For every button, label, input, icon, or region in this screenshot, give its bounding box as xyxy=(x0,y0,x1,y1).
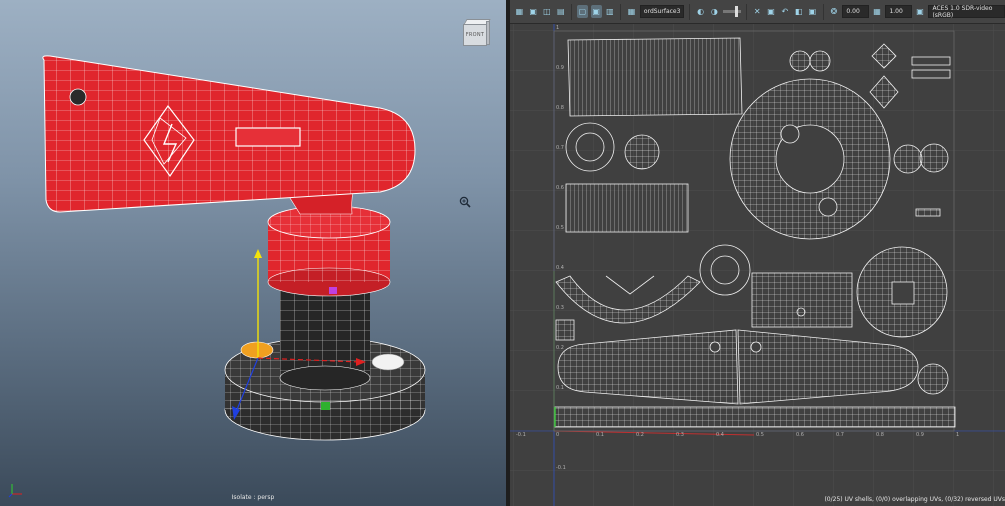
uv-canvas[interactable]: -0.1 0 0.1 0.2 0.3 0.4 0.5 0.6 0.7 0.8 0.9 1 1 0.9 0.… xyxy=(510,24,1005,506)
uv-tick-y: 0.5 xyxy=(556,225,564,231)
uv-toolbar: ▦ ▣ ◫ ▤ ▢ ▣ ▥ ▦ ordSurface3 ◐ ◑ ✕ ▣ ↶ ◧ … xyxy=(510,0,1005,24)
uv-editor-panel: ▦ ▣ ◫ ▤ ▢ ▣ ▥ ▦ ordSurface3 ◐ ◑ ✕ ▣ ↶ ◧ … xyxy=(510,0,1005,506)
uv-tick-y: 0.3 xyxy=(556,305,564,311)
shape-name-field[interactable]: ordSurface3 xyxy=(639,5,685,18)
uv-tick-x: 0.7 xyxy=(836,432,844,438)
zoom-icon[interactable] xyxy=(459,196,471,208)
uv-layout[interactable]: -0.1 0 0.1 0.2 0.3 0.4 0.5 0.6 0.7 0.8 0.9 1 1 0.9 0.… xyxy=(510,24,1005,506)
lever-handle[interactable] xyxy=(42,55,416,215)
uv-tick-x: 0 xyxy=(556,432,559,438)
dim-image-icon[interactable]: ◑ xyxy=(709,5,720,18)
gamma-icon[interactable]: ▦ xyxy=(872,5,883,18)
gamma-field[interactable]: 1.00 xyxy=(885,5,912,18)
viewcube-front-label: FRONT xyxy=(463,24,487,46)
shaded-uv-icon[interactable]: ✕ xyxy=(752,5,763,18)
edges-icon[interactable]: ◧ xyxy=(793,5,804,18)
camera-label: Isolate : persp xyxy=(231,494,275,501)
uv-tick-y: 0.8 xyxy=(556,105,564,111)
uv-tick-y: 0.4 xyxy=(556,265,564,271)
checker-icon[interactable]: ▤ xyxy=(555,5,566,18)
uv-tick-x: 0.4 xyxy=(716,432,724,438)
uv-tick-x: 0.2 xyxy=(636,432,644,438)
uv-tick-x: 0.6 xyxy=(796,432,804,438)
uv-tick-y: 0.1 xyxy=(556,385,564,391)
distortion-icon[interactable]: ▥ xyxy=(605,5,616,18)
uv-tick-x: 1 xyxy=(956,432,959,438)
uv-tick-y: 0.2 xyxy=(556,345,564,351)
uv-tick-y: 0.6 xyxy=(556,185,564,191)
flip-icon[interactable]: ↶ xyxy=(779,5,790,18)
uv-tick-x: -0.1 xyxy=(516,432,526,438)
pin-icon[interactable]: ▣ xyxy=(807,5,818,18)
uv-tick-x: 0.8 xyxy=(876,432,884,438)
viewcube-icon[interactable]: FRONT xyxy=(459,18,491,48)
column[interactable] xyxy=(279,280,371,391)
uv-tick-x: 0.3 xyxy=(676,432,684,438)
red-collar[interactable] xyxy=(267,205,391,297)
uv-tick-x: 0.1 xyxy=(596,432,604,438)
image-toggle-icon[interactable]: ▣ xyxy=(528,5,539,18)
grid-toggle-icon[interactable]: ▦ xyxy=(514,5,525,18)
uv-shell-icon[interactable]: ▢ xyxy=(576,5,588,18)
color-space-field[interactable]: ACES 1.0 SDR-video (sRGB) xyxy=(928,5,1005,19)
color-toggle-icon[interactable]: ◐ xyxy=(695,5,706,18)
mesh-scene[interactable] xyxy=(0,0,506,506)
uv-tick-y: 0.9 xyxy=(556,65,564,71)
shape-select-icon[interactable]: ▦ xyxy=(626,5,637,18)
uv-tick-x: 0.9 xyxy=(916,432,924,438)
maya-workspace: FRONT Isolate : persp ▦ ▣ ◫ ▤ ▢ ▣ ▥ ▦ or… xyxy=(0,0,1005,506)
uv-tick-y: 0.7 xyxy=(556,145,564,151)
uv-tick-y: 1 xyxy=(556,25,559,31)
uv-tick-x: 0.5 xyxy=(756,432,764,438)
uv-tick-y: -0.1 xyxy=(556,465,566,471)
perspective-viewport[interactable]: FRONT Isolate : persp xyxy=(0,0,506,506)
snapshot-icon[interactable]: ▣ xyxy=(766,5,777,18)
dim-slider[interactable] xyxy=(722,6,742,17)
view-transform-icon[interactable]: ▣ xyxy=(915,5,926,18)
exposure-icon[interactable]: ❂ xyxy=(829,5,840,18)
exposure-field[interactable]: 0.00 xyxy=(842,5,869,18)
uv-border-icon[interactable]: ▣ xyxy=(590,5,602,18)
filter-icon[interactable]: ◫ xyxy=(542,5,553,18)
uv-status-text: (0/25) UV shells, (0/0) overlapping UVs,… xyxy=(824,496,1005,503)
